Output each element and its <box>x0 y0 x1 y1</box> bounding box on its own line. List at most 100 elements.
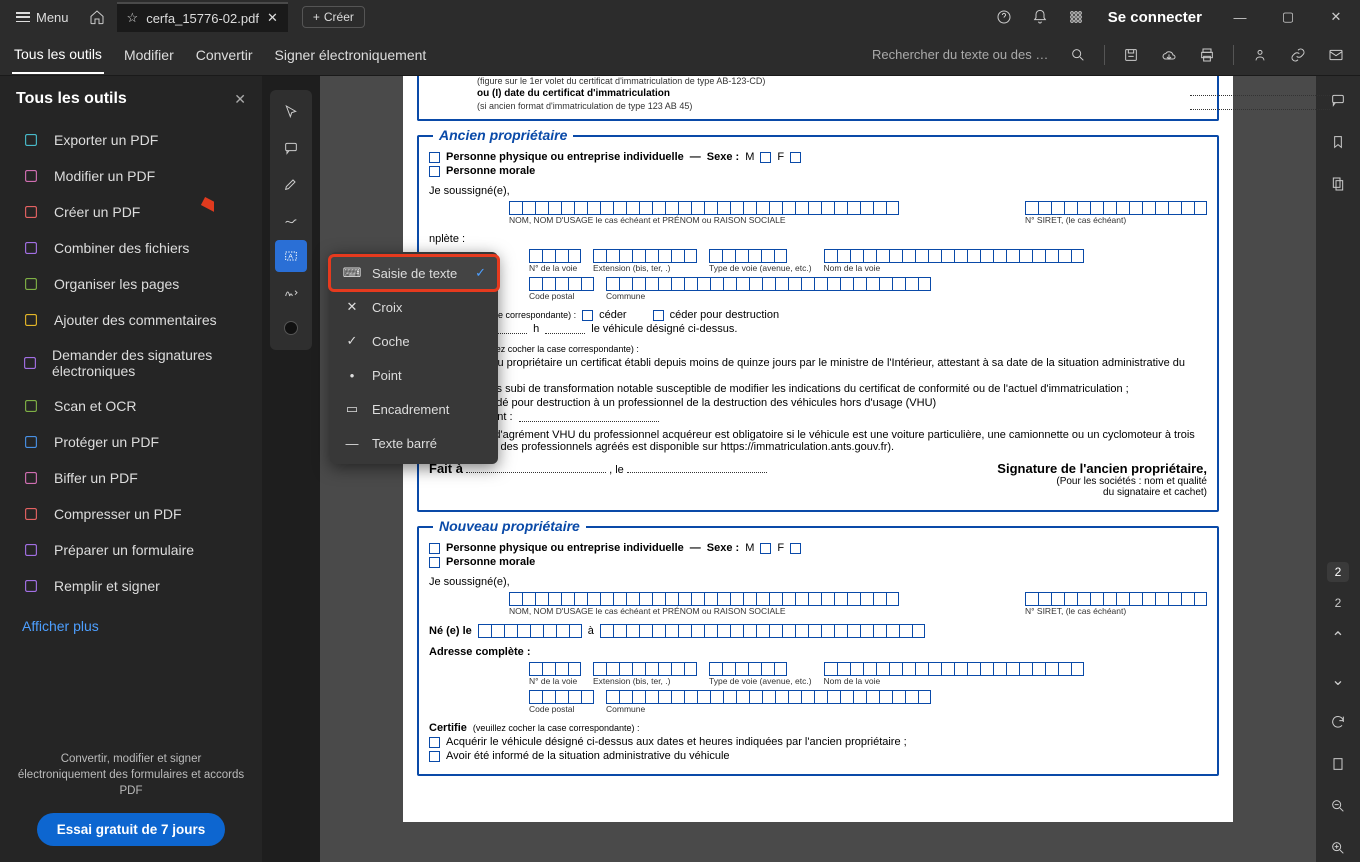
flyout-item[interactable]: ✕Croix <box>330 290 498 324</box>
field-hint: N° SIRET, (le cas échéant) <box>1025 215 1207 225</box>
sidebar-item[interactable]: Protéger un PDF <box>0 424 262 460</box>
sign-tool[interactable] <box>275 276 307 308</box>
label: F <box>777 542 784 554</box>
home-icon[interactable] <box>83 3 111 31</box>
page-current[interactable]: 2 <box>1327 562 1350 582</box>
color-tool[interactable] <box>275 312 307 344</box>
bookmark-icon[interactable] <box>1324 128 1352 156</box>
sidebar-item-label: Compresser un PDF <box>54 506 182 522</box>
create-button[interactable]: + Créer <box>302 6 365 28</box>
minimize-icon[interactable]: — <box>1220 2 1260 32</box>
apps-icon[interactable] <box>1062 3 1090 31</box>
draw-tool[interactable] <box>275 204 307 236</box>
label: Personne morale <box>446 165 535 177</box>
signin-button[interactable]: Se connecter <box>1098 9 1212 26</box>
cloud-icon[interactable] <box>1157 43 1181 67</box>
label: à <box>588 625 594 637</box>
page-fit-icon[interactable] <box>1324 750 1352 778</box>
trial-button[interactable]: Essai gratuit de 7 jours <box>37 813 226 846</box>
boxes[interactable] <box>529 690 594 704</box>
share-icon[interactable] <box>1248 43 1272 67</box>
checkbox[interactable] <box>429 737 440 748</box>
checkbox[interactable] <box>790 543 801 554</box>
text-fill-tool[interactable]: A <box>275 240 307 272</box>
boxes[interactable] <box>593 249 697 263</box>
name-boxes[interactable] <box>509 592 899 606</box>
sidebar-item[interactable]: Remplir et signer <box>0 568 262 604</box>
up-icon[interactable]: ⌃ <box>1324 624 1352 652</box>
checkbox[interactable] <box>653 310 664 321</box>
tab-all-tools[interactable]: Tous les outils <box>12 36 104 74</box>
siret-boxes[interactable] <box>1025 201 1207 215</box>
checkbox[interactable] <box>760 152 771 163</box>
name-boxes[interactable] <box>509 201 899 215</box>
pages-icon[interactable] <box>1324 170 1352 198</box>
sidebar-item[interactable]: Biffer un PDF <box>0 460 262 496</box>
boxes[interactable] <box>529 277 594 291</box>
zoom-in-icon[interactable] <box>1324 834 1352 862</box>
sidebar-item[interactable]: Demander des signatures électroniques <box>0 338 262 388</box>
tab-modify[interactable]: Modifier <box>122 37 176 73</box>
document-viewport[interactable]: (figure sur le 1er volet du certificat d… <box>320 76 1316 862</box>
boxes[interactable] <box>824 662 1084 676</box>
pointer-tool[interactable] <box>275 96 307 128</box>
flyout-item[interactable]: ✓Coche <box>330 324 498 358</box>
boxes[interactable] <box>593 662 697 676</box>
flyout-item[interactable]: •Point <box>330 358 498 392</box>
flyout-item[interactable]: ⌨Saisie de texte <box>330 256 498 290</box>
sidebar-item[interactable]: Exporter un PDF <box>0 122 262 158</box>
search-icon[interactable] <box>1066 43 1090 67</box>
checkbox[interactable] <box>760 543 771 554</box>
boxes[interactable] <box>529 249 581 263</box>
boxes[interactable] <box>600 624 925 638</box>
sidebar-item[interactable]: Scan et OCR <box>0 388 262 424</box>
document-tab[interactable]: ☆ cerfa_15776-02.pdf ✕ <box>117 2 288 32</box>
save-icon[interactable] <box>1119 43 1143 67</box>
siret-boxes[interactable] <box>1025 592 1207 606</box>
comment-tool[interactable] <box>275 132 307 164</box>
link-icon[interactable] <box>1286 43 1310 67</box>
checkbox[interactable] <box>429 557 440 568</box>
zoom-out-icon[interactable] <box>1324 792 1352 820</box>
close-sidebar-icon[interactable]: ✕ <box>234 91 246 108</box>
flyout-item[interactable]: —Texte barré <box>330 426 498 460</box>
maximize-icon[interactable]: ▢ <box>1268 2 1308 32</box>
checkbox[interactable] <box>429 152 440 163</box>
highlight-tool[interactable] <box>275 168 307 200</box>
mail-icon[interactable] <box>1324 43 1348 67</box>
menu-button[interactable]: Menu <box>8 6 77 29</box>
sidebar-item[interactable]: Compresser un PDF <box>0 496 262 532</box>
help-icon[interactable] <box>990 3 1018 31</box>
sidebar-item[interactable]: Modifier un PDF <box>0 158 262 194</box>
print-icon[interactable] <box>1195 43 1219 67</box>
tab-sign[interactable]: Signer électroniquement <box>273 37 429 73</box>
sidebar-item[interactable]: Organiser les pages <box>0 266 262 302</box>
flyout-item[interactable]: ▭Encadrement <box>330 392 498 426</box>
close-window-icon[interactable]: ✕ <box>1316 2 1356 32</box>
checkbox[interactable] <box>429 166 440 177</box>
tab-close-icon[interactable]: ✕ <box>267 10 278 26</box>
sidebar-item[interactable]: Préparer un formulaire <box>0 532 262 568</box>
star-icon[interactable]: ☆ <box>127 10 139 26</box>
show-more-link[interactable]: Afficher plus <box>0 608 262 644</box>
sidebar-item[interactable]: Ajouter des commentaires <box>0 302 262 338</box>
boxes[interactable] <box>529 662 581 676</box>
checkbox[interactable] <box>429 543 440 554</box>
boxes[interactable] <box>709 249 812 263</box>
boxes[interactable] <box>606 277 931 291</box>
tab-convert[interactable]: Convertir <box>194 37 255 73</box>
boxes[interactable] <box>824 249 1084 263</box>
checkbox[interactable] <box>429 751 440 762</box>
checkbox[interactable] <box>790 152 801 163</box>
sidebar-item[interactable]: Combiner des fichiers <box>0 230 262 266</box>
boxes[interactable] <box>606 690 931 704</box>
down-icon[interactable]: ⌄ <box>1324 666 1352 694</box>
search-placeholder[interactable]: Rechercher du texte ou des o... <box>872 47 1052 62</box>
checkbox[interactable] <box>582 310 593 321</box>
date-boxes[interactable] <box>478 624 582 638</box>
page-total: 2 <box>1335 596 1342 610</box>
rotate-icon[interactable] <box>1324 708 1352 736</box>
bell-icon[interactable] <box>1026 3 1054 31</box>
sidebar-item[interactable]: Créer un PDF <box>0 194 262 230</box>
boxes[interactable] <box>709 662 812 676</box>
